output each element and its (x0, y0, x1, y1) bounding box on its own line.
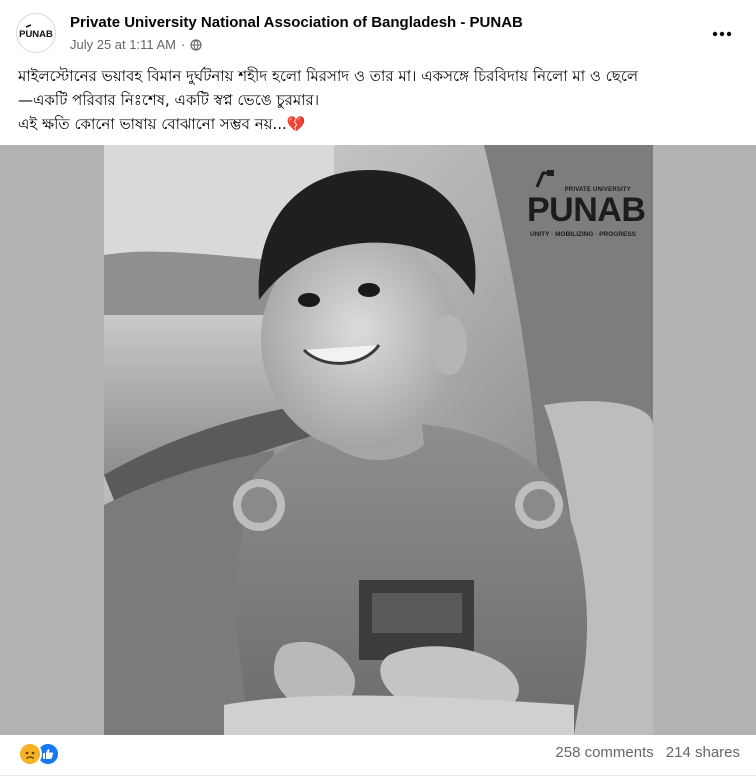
engagement-counts: 258 comments 214 shares (555, 744, 740, 761)
punab-mark-icon (535, 170, 554, 188)
sad-emoji-icon (18, 742, 42, 766)
shares-count[interactable]: 214 shares (666, 744, 740, 761)
punab-watermark: PRIVATE UNIVERSITY PUNAB UNITY · MOBILIZ… (523, 165, 646, 245)
globe-icon (190, 38, 202, 51)
page-avatar[interactable]: PUNAB (16, 13, 56, 53)
avatar-text: PUNAB (19, 29, 53, 40)
post-meta: July 25 at 1:11 AM · (70, 37, 202, 52)
punab-logo-icon: PUNAB (18, 15, 54, 51)
post-header: PUNAB Private University National Associ… (0, 0, 756, 62)
page-name-link[interactable]: Private University National Association … (70, 14, 523, 31)
comments-count[interactable]: 258 comments (555, 744, 653, 761)
watermark-title: PUNAB (527, 191, 646, 229)
more-options-button[interactable] (704, 16, 740, 52)
post-photo-container[interactable]: PRIVATE UNIVERSITY PUNAB UNITY · MOBILIZ… (0, 145, 756, 735)
post-text-line: এই ক্ষতি কোনো ভাষায় বোঝানো সম্ভব নয়...… (18, 115, 306, 133)
post-text-line: —একটি পরিবার নিঃশেষ, একটি স্বপ্ন ভেঙে চু… (18, 91, 320, 109)
post-timestamp[interactable]: July 25 at 1:11 AM (70, 37, 176, 52)
post-photo[interactable]: PRIVATE UNIVERSITY PUNAB UNITY · MOBILIZ… (104, 145, 653, 735)
more-dots-icon (712, 31, 732, 37)
post-footer: 258 comments 214 shares (0, 735, 756, 776)
watermark-tagline: UNITY · MOBILIZING · PROGRESS (529, 231, 637, 238)
post-text-line: মাইলস্টোনের ভয়াবহ বিমান দুর্ঘটনায় শহীদ… (18, 67, 639, 85)
post-text: মাইলস্টোনের ভয়াবহ বিমান দুর্ঘটনায় শহীদ… (18, 64, 742, 136)
meta-separator: · (181, 37, 186, 52)
reaction-summary[interactable] (18, 742, 60, 766)
